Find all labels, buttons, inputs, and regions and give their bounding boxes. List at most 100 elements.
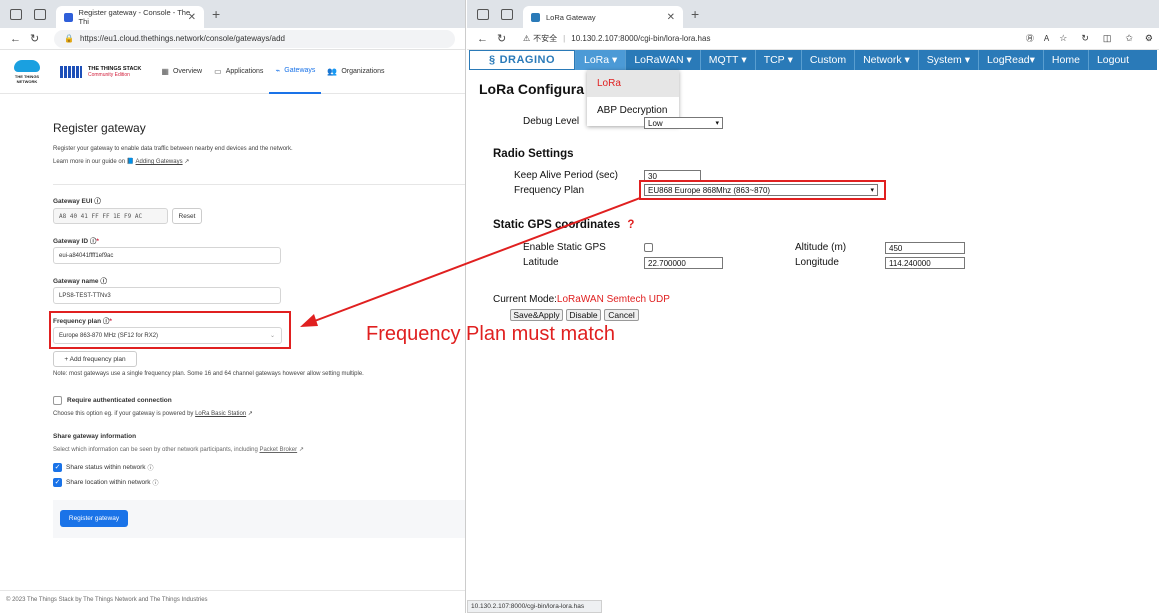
menu-network[interactable]: Network ▾ <box>854 50 918 70</box>
annotation-text: Frequency Plan must match <box>366 323 615 345</box>
stack-sub: Community Edition <box>88 71 130 78</box>
translate-icon[interactable]: ㊊ <box>1026 33 1034 44</box>
stack-title: THE THINGS STACK <box>88 65 142 72</box>
longitude-label: Longitude <box>795 257 839 268</box>
tab-actions-icon[interactable] <box>501 8 513 20</box>
close-tab-icon[interactable]: ✕ <box>667 12 675 23</box>
tab-register-gateway[interactable]: Register gateway - Console - The Thi ✕ <box>56 6 204 28</box>
latitude-field[interactable]: 22.700000 <box>644 257 723 269</box>
back-icon[interactable]: ← <box>477 33 489 45</box>
favorites-bar-icon[interactable]: ✩ <box>1125 33 1133 44</box>
auth-checkbox[interactable] <box>53 396 62 405</box>
tab-title: LoRa Gateway <box>546 12 596 22</box>
add-frequency-plan-button[interactable]: + Add frequency plan <box>53 351 137 367</box>
name-label-text: Gateway name <box>53 278 99 285</box>
dragino-logo[interactable]: § DRAGINO <box>469 50 575 70</box>
latitude-label: Latitude <box>523 257 559 268</box>
refresh-page-icon[interactable]: ↻ <box>1081 33 1089 44</box>
auth-note: Choose this option eg. if your gateway i… <box>53 410 253 417</box>
dropdown-lora[interactable]: LoRa <box>587 70 679 97</box>
help-icon[interactable]: ? <box>627 219 634 231</box>
info-icon: ⓘ <box>100 278 107 285</box>
debug-level-select[interactable]: Low ▾ <box>644 117 723 129</box>
adding-gateways-link[interactable]: Adding Gateways <box>136 159 183 165</box>
read-aloud-icon[interactable]: A <box>1044 34 1049 43</box>
name-label: Gateway name ⓘ <box>53 275 107 285</box>
workspaces-icon[interactable] <box>477 8 489 20</box>
gps-title: Static GPS coordinates ? <box>493 219 634 231</box>
packet-broker-link[interactable]: Packet Broker <box>259 447 297 453</box>
frequency-plan-select[interactable]: EU868 Europe 868Mhz (863~870) ▾ <box>644 184 878 196</box>
altitude-field[interactable]: 450 <box>885 242 965 254</box>
ttn-logo[interactable]: THE THINGS NETWORK <box>12 59 42 84</box>
longitude-field[interactable]: 114.240000 <box>885 257 965 269</box>
menu-lora[interactable]: LoRa ▾ <box>575 50 626 70</box>
new-tab-icon[interactable]: + <box>691 6 699 22</box>
external-link-icon: ↗ <box>184 159 190 165</box>
refresh-icon[interactable]: ↻ <box>497 32 509 45</box>
page-title: Register gateway <box>53 121 146 135</box>
url-field[interactable]: 🔒 https://eu1.cloud.thethings.network/co… <box>54 29 455 48</box>
workspaces-icon[interactable] <box>10 8 22 20</box>
left-address-bar: ← ↻ 🔒 https://eu1.cloud.thethings.networ… <box>0 28 465 50</box>
menu-home[interactable]: Home <box>1042 50 1088 70</box>
tts-logo[interactable]: THE THINGS STACK Community Edition <box>60 65 142 78</box>
menu-logread[interactable]: LogRead ▾ <box>978 50 1043 70</box>
close-tab-icon[interactable]: ✕ <box>188 12 196 23</box>
intro-text: Register your gateway to enable data tra… <box>53 146 293 152</box>
cancel-button[interactable]: Cancel <box>604 309 639 321</box>
debug-value: Low <box>648 118 663 128</box>
eui-field[interactable]: A8 40 41 FF FF 1E F9 AC <box>53 208 168 224</box>
external-link-icon: ↗ <box>298 447 304 453</box>
ttn-cloud-icon <box>14 59 40 72</box>
save-apply-button[interactable]: Save&Apply <box>510 309 563 321</box>
id-label-text: Gateway ID <box>53 238 89 245</box>
new-tab-icon[interactable]: + <box>212 6 220 22</box>
nav-label: Organizations <box>341 68 385 75</box>
frequency-plan-value: Europe 863-870 MHz (SF12 for RX2) <box>59 332 159 339</box>
register-gateway-button[interactable]: Register gateway <box>60 510 128 527</box>
menu-tcp[interactable]: TCP ▾ <box>754 50 801 70</box>
favorite-icon[interactable]: ☆ <box>1059 33 1067 44</box>
nav-gateways[interactable]: ⌁ Gateways <box>269 50 322 94</box>
extensions-icon[interactable]: ⚙ <box>1145 33 1153 44</box>
auth-row: Require authenticated connection <box>53 396 172 405</box>
nav-applications[interactable]: ▭ Applications <box>208 50 269 94</box>
guide-line: Learn more in our guide on 📘 Adding Gate… <box>53 158 189 165</box>
left-tab-strip: Register gateway - Console - The Thi ✕ + <box>0 0 465 28</box>
nav-overview[interactable]: ▦ Overview <box>155 50 208 94</box>
refresh-icon[interactable]: ↻ <box>30 32 42 45</box>
enable-gps-checkbox[interactable] <box>644 243 653 252</box>
gateway-name-field[interactable]: LPS8-TEST-TTNv3 <box>53 287 281 304</box>
nav-organizations[interactable]: 👥 Organizations <box>321 50 390 94</box>
menu-lorawan[interactable]: LoRaWAN ▾ <box>625 50 699 70</box>
tab-actions-icon[interactable] <box>34 8 46 20</box>
gateway-icon: ⌁ <box>275 66 281 75</box>
fp-label: Frequency plan ⓘ* <box>53 318 112 325</box>
share-status-checkbox[interactable]: ✓ <box>53 463 62 472</box>
back-icon[interactable]: ← <box>10 33 22 45</box>
dragino-favicon-icon <box>531 12 540 22</box>
eui-label: Gateway EUI ⓘ <box>53 195 101 205</box>
dragino-s-icon: § <box>488 54 496 66</box>
book-icon: 📘 <box>126 159 135 165</box>
share-note: Select which information can be seen by … <box>53 446 304 453</box>
tab-lora-gateway[interactable]: LoRa Gateway ✕ <box>523 6 683 28</box>
menu-logout[interactable]: Logout <box>1087 50 1137 70</box>
split-screen-icon[interactable]: ◫ <box>1103 33 1112 44</box>
share-status-row: ✓ Share status within network ⓘ <box>53 463 154 472</box>
fp-note: Note: most gateways use a single frequen… <box>53 371 364 377</box>
gateway-id-field[interactable]: eui-a84041ffff1ef9ac <box>53 247 281 264</box>
basic-station-link[interactable]: LoRa Basic Station <box>195 411 246 417</box>
share-location-checkbox[interactable]: ✓ <box>53 478 62 487</box>
tts-mark-icon <box>60 65 82 78</box>
url-field[interactable]: ⚠ 不安全 | 10.130.2.107:8000/cgi-bin/lora-l… <box>513 29 1020 48</box>
footer-text: © 2023 The Things Stack by The Things Ne… <box>6 597 208 603</box>
dragino-brand: DRAGINO <box>499 54 556 66</box>
reset-button[interactable]: Reset <box>172 208 202 224</box>
disable-button[interactable]: Disable <box>566 309 601 321</box>
menu-custom[interactable]: Custom <box>800 50 854 70</box>
frequency-plan-select[interactable]: Europe 863-870 MHz (SF12 for RX2) ⌄ <box>53 327 282 344</box>
menu-system[interactable]: System ▾ <box>917 50 978 70</box>
menu-mqtt[interactable]: MQTT ▾ <box>699 50 755 70</box>
